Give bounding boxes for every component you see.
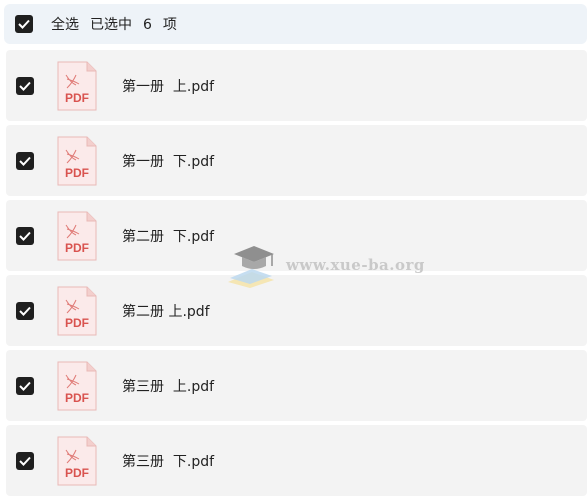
selected-text: 已选中 [90,17,132,33]
list-item[interactable]: PDF 第三册 上.pdf [6,350,587,421]
file-checkbox[interactable] [16,151,34,170]
pdf-file-icon: PDF [57,61,97,110]
file-selection-panel: 全选 已选中 6 项 PDF 第一册 上.pdf PDF 第一册 下.pdf P… [0,0,587,500]
svg-text:PDF: PDF [65,391,89,405]
checkmark-icon [19,231,31,241]
svg-text:PDF: PDF [65,91,89,105]
checkmark-icon [18,19,30,29]
select-all-text[interactable]: 全选 [51,14,79,34]
svg-text:PDF: PDF [65,466,89,480]
file-name: 第三册 下.pdf [122,453,215,470]
svg-text:PDF: PDF [65,166,89,180]
list-item[interactable]: PDF 第二册 下.pdf [6,200,587,271]
list-item[interactable]: PDF 第三册 下.pdf [6,425,587,496]
file-list: PDF 第一册 上.pdf PDF 第一册 下.pdf PDF 第二册 下.pd… [6,50,587,500]
pdf-file-icon: PDF [57,436,97,485]
pdf-file-icon: PDF [57,286,97,335]
selected-count: 6 [143,17,152,33]
pdf-file-icon: PDF [57,211,97,260]
pdf-file-icon: PDF [57,136,97,185]
checkmark-icon [19,156,31,166]
file-checkbox[interactable] [16,226,34,245]
list-item[interactable]: PDF 第二册 上.pdf [6,275,587,346]
select-all-checkbox[interactable] [15,15,33,33]
checkmark-icon [19,456,31,466]
svg-text:PDF: PDF [65,241,89,255]
file-checkbox[interactable] [16,301,34,320]
list-item[interactable]: PDF 第一册 下.pdf [6,125,587,196]
file-checkbox[interactable] [16,376,34,395]
file-name: 第一册 下.pdf [122,153,215,170]
checkmark-icon [19,81,31,91]
file-name: 第二册 下.pdf [122,228,215,245]
select-all-bar: 全选 已选中 6 项 [4,4,587,44]
svg-text:PDF: PDF [65,316,89,330]
file-checkbox[interactable] [16,76,34,95]
checkmark-icon [19,306,31,316]
file-checkbox[interactable] [16,451,34,470]
items-unit: 项 [162,17,177,33]
checkmark-icon [19,381,31,391]
pdf-file-icon: PDF [57,361,97,410]
file-name: 第三册 上.pdf [122,378,215,395]
list-item[interactable]: PDF 第一册 上.pdf [6,50,587,121]
file-name: 第一册 上.pdf [122,78,215,95]
file-name: 第二册 上.pdf [122,303,210,320]
select-all-label: 全选 已选中 6 项 [51,14,188,34]
